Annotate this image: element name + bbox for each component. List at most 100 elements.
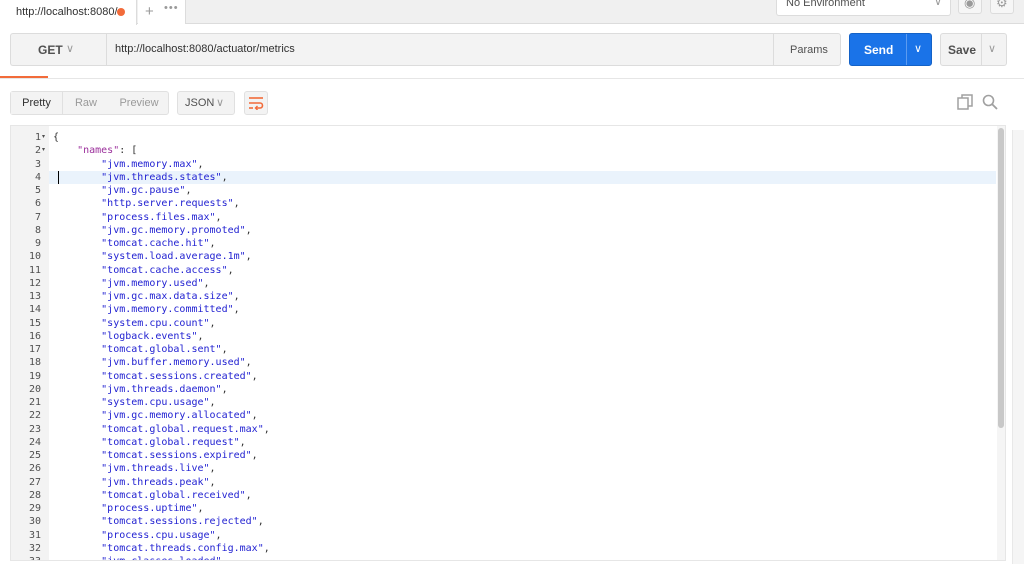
json-punctuation: , <box>221 383 228 395</box>
line-number: 25 <box>28 450 41 461</box>
tab-pretty[interactable]: Pretty <box>11 92 63 114</box>
tab-preview[interactable]: Preview <box>109 92 169 114</box>
json-key: "names" <box>77 145 120 157</box>
format-select[interactable]: JSON ∨ <box>177 91 235 115</box>
tab-raw[interactable]: Raw <box>63 92 109 114</box>
line-number: 27 <box>28 476 41 488</box>
line-number: 30 <box>28 516 41 528</box>
json-punctuation: , <box>209 463 216 475</box>
code-line: "jvm.gc.pause", <box>53 184 997 197</box>
scrollbar-thumb[interactable] <box>998 128 1004 428</box>
line-number: 4 <box>34 171 41 183</box>
code-line: "process.files.max", <box>53 211 997 224</box>
tab-actions: + ••• <box>138 0 186 24</box>
line-number: 15 <box>28 317 41 329</box>
json-punctuation: , <box>209 476 216 488</box>
code-line: "jvm.memory.used", <box>53 277 997 290</box>
window-scrollbar[interactable] <box>1012 130 1024 564</box>
line-number: 28 <box>28 489 41 501</box>
json-string: "system.load.average.1m" <box>101 251 246 263</box>
fold-toggle-icon[interactable]: ▾ <box>42 131 50 144</box>
json-string: "tomcat.global.received" <box>101 489 246 501</box>
json-punctuation: { <box>53 132 60 143</box>
chevron-down-icon[interactable]: ∨ <box>988 42 996 55</box>
line-number: 7 <box>34 211 41 223</box>
response-body[interactable]: 1 ▾ 2 ▾ 3 4 5 6 7 8 9 10 11 12 13 14 15 16 17 18 19 20 21 22 23 2… <box>10 125 1006 561</box>
json-string: "system.cpu.count" <box>101 317 210 329</box>
json-string: "jvm.threads.states" <box>101 171 222 183</box>
environment-select[interactable]: No Environment ∨ <box>776 0 951 16</box>
json-string: "jvm.memory.used" <box>101 277 204 289</box>
params-button[interactable]: Params <box>773 33 841 66</box>
json-string: "process.uptime" <box>101 503 198 514</box>
new-tab-button[interactable]: + <box>145 3 154 20</box>
tab-title: http://localhost:8080/ <box>16 6 118 18</box>
json-string: "jvm.threads.daemon" <box>101 383 222 395</box>
line-number: 13 <box>28 291 41 302</box>
environment-label: No Environment <box>786 0 865 9</box>
chevron-down-icon[interactable]: ∨ <box>914 42 922 55</box>
json-punctuation: , <box>185 185 192 196</box>
code-line: "tomcat.threads.config.max", <box>53 542 997 555</box>
gear-icon: ⚙ <box>996 0 1008 10</box>
line-number: 21 <box>28 397 41 408</box>
fold-toggle-icon[interactable]: ▾ <box>42 144 50 157</box>
environment-quick-look-button[interactable]: ◉ <box>958 0 982 14</box>
json-string: "tomcat.global.request.max" <box>101 423 264 435</box>
search-icon[interactable] <box>982 94 998 110</box>
line-number: 8 <box>34 224 41 236</box>
wrap-lines-button[interactable] <box>244 91 268 115</box>
line-number: 6 <box>34 198 41 210</box>
code-line: "tomcat.sessions.created", <box>53 370 997 383</box>
send-button[interactable]: Send ∨ <box>849 33 932 66</box>
copy-icon[interactable] <box>957 94 973 110</box>
manage-environments-button[interactable]: ⚙ <box>990 0 1014 14</box>
json-string: "tomcat.cache.hit" <box>101 238 210 249</box>
line-number: 3 <box>34 158 41 170</box>
json-string: "tomcat.global.sent" <box>101 344 222 355</box>
line-number: 10 <box>28 251 41 263</box>
line-gutter: 1 ▾ 2 ▾ 3 4 5 6 7 8 9 10 11 12 13 14 15 16 17 18 19 20 21 22 23 2… <box>11 126 50 560</box>
code-line: "jvm.gc.memory.allocated", <box>53 409 997 422</box>
code-line: "system.cpu.count", <box>53 317 997 330</box>
code-line: { <box>53 131 997 144</box>
save-divider <box>981 34 982 65</box>
code-line: "jvm.classes.loaded", <box>53 555 997 560</box>
code-line: "process.cpu.usage", <box>53 529 997 542</box>
method-select[interactable]: GET ∨ <box>10 33 106 66</box>
params-label: Params <box>790 44 828 56</box>
line-number: 23 <box>28 423 41 435</box>
code-line: "tomcat.sessions.rejected", <box>53 515 997 528</box>
code-line: "jvm.memory.max", <box>53 158 997 171</box>
format-label: JSON <box>185 97 215 109</box>
request-tab[interactable]: http://localhost:8080/ <box>0 0 137 25</box>
json-punctuation: , <box>203 277 210 289</box>
json-punctuation: , <box>245 224 252 236</box>
line-number: 31 <box>28 529 41 541</box>
url-value: http://localhost:8080/actuator/metrics <box>115 43 295 55</box>
json-string: "logback.events" <box>101 330 198 342</box>
view-mode-segmented: Pretty Raw Preview <box>10 91 169 115</box>
save-button[interactable]: Save ∨ <box>940 33 1007 66</box>
send-label: Send <box>864 43 894 57</box>
code-line: "tomcat.sessions.expired", <box>53 449 997 462</box>
line-number: 12 <box>28 277 41 289</box>
json-punctuation: , <box>245 251 252 263</box>
json-punctuation: , <box>251 450 258 461</box>
code-line: "names": [ <box>53 144 997 157</box>
code-line: "jvm.threads.peak", <box>53 476 997 489</box>
json-string: "jvm.threads.peak" <box>101 476 210 488</box>
json-string: "http.server.requests" <box>101 198 234 210</box>
json-punctuation: : [ <box>119 145 138 157</box>
code-line: "process.uptime", <box>53 502 997 515</box>
code-line: "jvm.threads.live", <box>53 462 997 475</box>
more-tabs-button[interactable]: ••• <box>164 2 179 14</box>
url-input[interactable]: http://localhost:8080/actuator/metrics <box>106 33 774 66</box>
json-punctuation: , <box>222 556 228 560</box>
json-string: "jvm.buffer.memory.used" <box>101 357 246 369</box>
code-line: "jvm.buffer.memory.used", <box>53 356 997 369</box>
json-punctuation: , <box>251 410 258 422</box>
code-line: "system.load.average.1m", <box>53 250 997 263</box>
json-punctuation: , <box>215 211 222 223</box>
json-punctuation: , <box>209 238 216 249</box>
